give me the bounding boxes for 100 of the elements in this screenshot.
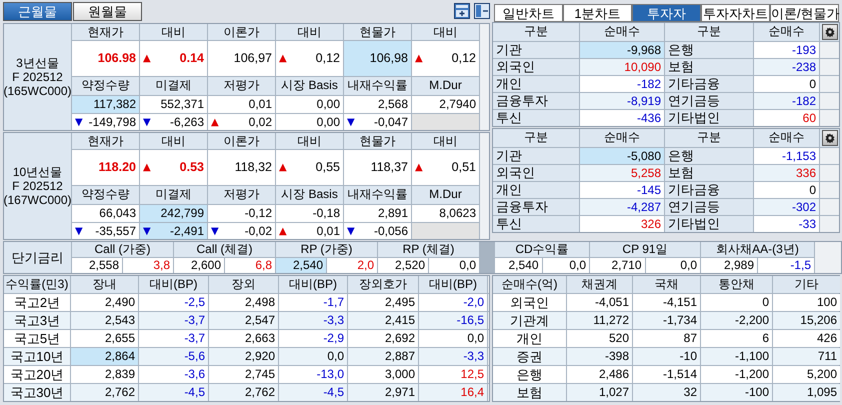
table-cell: 117,382: [72, 96, 139, 113]
table-cell: 100: [773, 294, 840, 311]
table-cell: 11,272: [567, 312, 632, 329]
table-cell: 2,710: [590, 258, 644, 273]
column-header: 통안채: [701, 276, 772, 293]
grid-plus-icon[interactable]: [454, 3, 470, 19]
column-header: Call (가중): [72, 242, 173, 257]
arrow-icon: ▲: [279, 51, 287, 66]
column-header: 대비: [140, 24, 207, 40]
split-panel-icon[interactable]: [474, 3, 490, 19]
tab[interactable]: 원월물: [73, 2, 142, 20]
row-label: 개인: [493, 330, 566, 347]
tab[interactable]: 이론/현물가: [770, 4, 839, 22]
table-cell: 2,692: [348, 330, 418, 347]
table-cell: 1,027: [567, 384, 632, 401]
arrow-icon: ▲: [143, 51, 151, 66]
table-cell: -145: [580, 182, 664, 198]
column-header: 현재가: [72, 24, 139, 40]
table-cell: ▲ 0.14: [140, 41, 207, 76]
row-label: 기관계: [493, 312, 566, 329]
row-label: 보험: [665, 165, 753, 181]
table-cell: 15,206: [773, 312, 840, 329]
contract-name: 3년선물 F 202512 (165WC000): [4, 24, 71, 130]
column-header: 채권계: [567, 276, 632, 293]
column-header: 현재가: [72, 133, 139, 149]
table-cell: 106.98: [72, 41, 139, 76]
table-cell: 336: [754, 165, 819, 181]
column-header: 대비(BP): [419, 276, 487, 293]
table-cell: -3,7: [139, 330, 208, 347]
column-header: 대비: [412, 24, 479, 40]
column-header: 기타: [773, 276, 840, 293]
table-cell: 0,00: [276, 96, 343, 113]
table-cell: -10: [633, 348, 700, 365]
table-cell: -2,5: [139, 294, 208, 311]
tab[interactable]: 근월물: [3, 2, 72, 20]
table-cell: -3,3: [279, 312, 347, 329]
table-cell: -436: [580, 110, 664, 126]
row-label: 국고10년: [4, 348, 70, 365]
table-cell: -4,287: [580, 199, 664, 215]
table-cell: -4,051: [567, 294, 632, 311]
row-label: 기타법인: [665, 110, 753, 126]
table-cell: 0,0: [542, 258, 589, 273]
table-cell: -1,7: [279, 294, 347, 311]
table-cell: -2,200: [701, 312, 772, 329]
table-cell: -182: [580, 76, 664, 92]
table-cell: 6,8: [225, 258, 275, 273]
column-header: 시장 Basis: [276, 77, 343, 95]
table-cell: 2,543: [71, 312, 138, 329]
table-cell: 0: [754, 182, 819, 198]
settings-button[interactable]: [822, 24, 838, 40]
tab[interactable]: 투자자차트: [701, 4, 770, 22]
table-cell: ▲ 0,02: [208, 114, 275, 130]
table-cell: ▼ -149,798: [72, 114, 139, 130]
table-cell: -0,18: [276, 205, 343, 222]
tab[interactable]: 투자자: [632, 4, 701, 22]
table-cell: 2,495: [348, 294, 418, 311]
table-cell: 2,971: [348, 384, 418, 401]
table-cell: ▲ 0,01: [276, 223, 343, 239]
table-cell: 2,839: [71, 366, 138, 383]
column-header: 약정수량: [72, 77, 139, 95]
table-cell: -4,151: [633, 294, 700, 311]
column-header: CD수익률: [495, 242, 589, 257]
row-label: 개인: [493, 76, 579, 92]
table-cell: 3,000: [348, 366, 418, 383]
row-label: 국고2년: [4, 294, 70, 311]
table-cell: 2,498: [209, 294, 278, 311]
column-header: 대비: [140, 133, 207, 149]
row-label: 기타금융: [665, 76, 753, 92]
row-label: 보험: [665, 59, 753, 75]
column-header: 장외호가: [348, 276, 418, 293]
table-cell: 10,090: [580, 59, 664, 75]
table-cell: 0,0: [429, 258, 479, 273]
column-header: 순매수: [754, 129, 819, 147]
tab[interactable]: 1분차트: [563, 4, 632, 22]
contract-name: 10년선물 F 202512 (167WC000): [4, 133, 71, 239]
table-cell: -302: [754, 199, 819, 215]
table-cell: -1,200: [701, 366, 772, 383]
table-cell: 2,540: [276, 258, 326, 273]
table-cell: 6: [701, 330, 772, 347]
table-cell: 16,4: [419, 384, 487, 401]
table-cell: 2,762: [209, 384, 278, 401]
row-label: 기타금융: [665, 182, 753, 198]
row-label: 연기금등: [665, 93, 753, 109]
settings-button[interactable]: [822, 130, 838, 146]
column-header: 현물가: [344, 24, 411, 40]
tab[interactable]: 일반차트: [494, 4, 563, 22]
table-cell: 326: [580, 216, 664, 232]
table-cell: 32: [633, 384, 700, 401]
table-cell: 2,864: [71, 348, 138, 365]
table-cell: 2,415: [348, 312, 418, 329]
table-cell: -8,919: [580, 93, 664, 109]
column-header: 구분: [665, 129, 753, 147]
table-cell: ▼ -0,056: [344, 223, 411, 239]
table-cell: 2,891: [344, 205, 411, 222]
table-cell: 1,095: [773, 384, 840, 401]
column-header: 수익률(민3): [4, 276, 70, 293]
table-cell: 0,0: [419, 330, 487, 347]
table-cell: ▲ 0,51: [412, 150, 479, 185]
arrow-icon: ▲: [211, 114, 219, 130]
column-header: 회사채AA-(3년): [701, 242, 814, 257]
